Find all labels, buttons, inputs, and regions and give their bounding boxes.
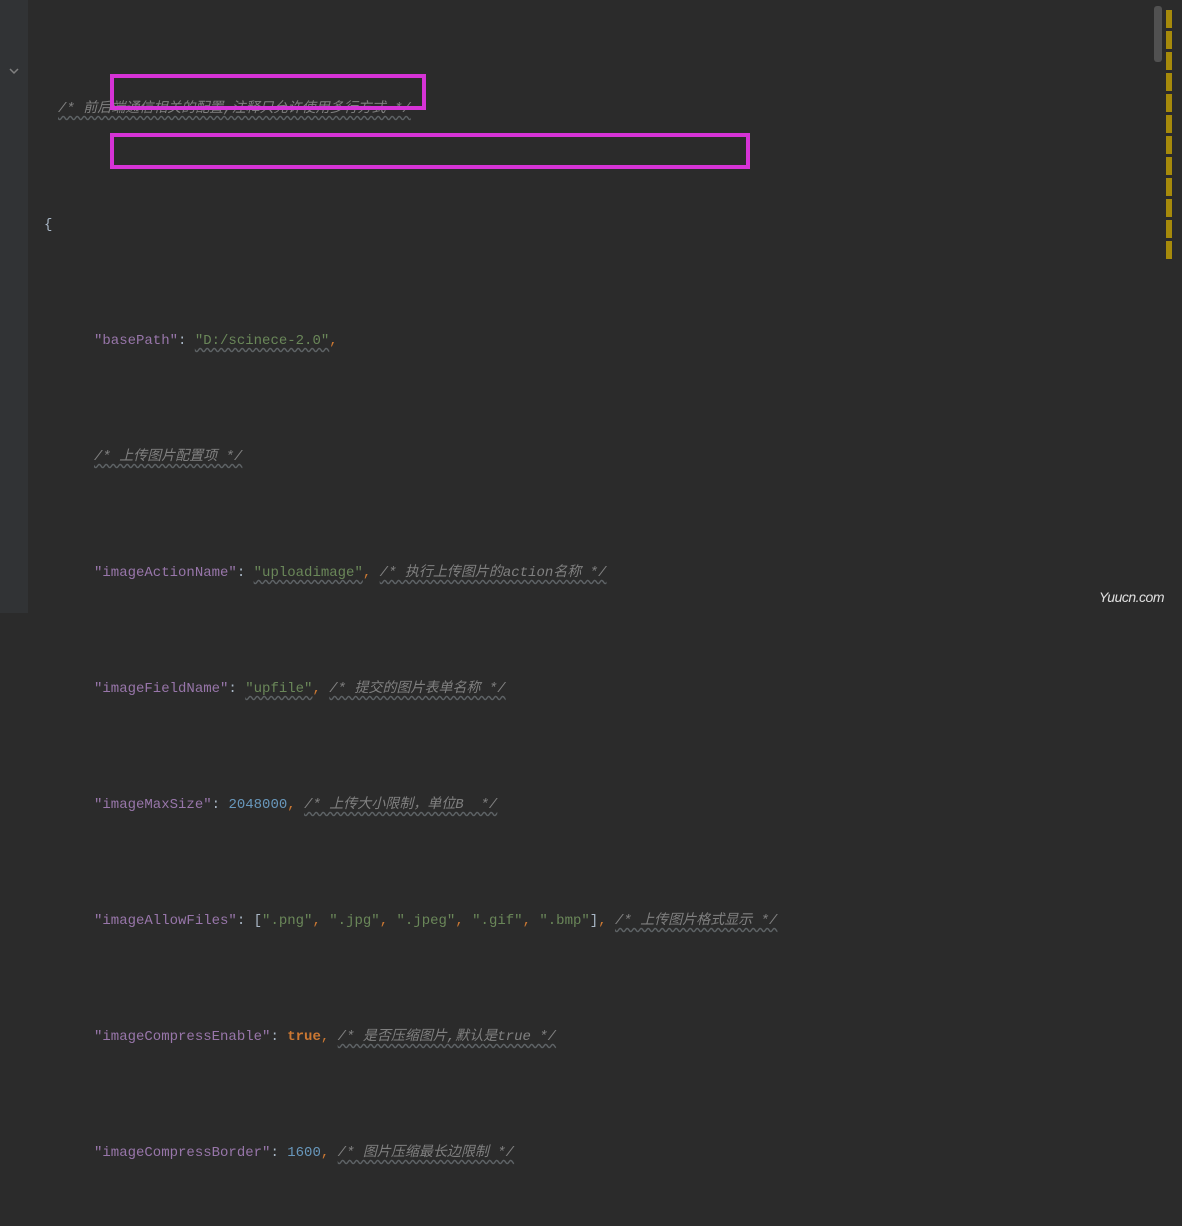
warning-marker[interactable] bbox=[1166, 136, 1172, 154]
warning-marker[interactable] bbox=[1166, 157, 1172, 175]
warning-marker[interactable] bbox=[1166, 31, 1172, 49]
code-line[interactable]: "basePath": "D:/scinece-2.0", bbox=[44, 327, 1172, 356]
warning-marker[interactable] bbox=[1166, 241, 1172, 259]
json-key: "imageCompressBorder" bbox=[94, 1139, 270, 1168]
comment-text: /* 上传大小限制，单位B */ bbox=[304, 791, 497, 820]
comment-text: /* 是否压缩图片,默认是true */ bbox=[338, 1023, 556, 1052]
warning-marker[interactable] bbox=[1166, 52, 1172, 70]
code-line[interactable]: "imageCompressEnable": true, /* 是否压缩图片,默… bbox=[44, 1023, 1172, 1052]
editor-gutter bbox=[0, 0, 28, 613]
json-key: "imageAllowFiles" bbox=[94, 907, 237, 936]
code-line[interactable]: "imageActionName": "uploadimage", /* 执行上… bbox=[44, 559, 1172, 588]
code-line[interactable]: "imageAllowFiles": [".png", ".jpg", ".jp… bbox=[44, 907, 1172, 936]
comment-text: /* 前后端通信相关的配置,注释只允许使用多行方式 */ bbox=[58, 95, 411, 124]
comment-text: /* 图片压缩最长边限制 */ bbox=[338, 1139, 514, 1168]
scrollbar-handle[interactable] bbox=[1154, 6, 1162, 62]
json-key: "basePath" bbox=[94, 327, 178, 356]
json-value: 1600 bbox=[287, 1139, 321, 1168]
comment-text: /* 上传图片配置项 */ bbox=[94, 443, 242, 472]
fold-icon[interactable] bbox=[8, 66, 20, 78]
warning-marker[interactable] bbox=[1166, 178, 1172, 196]
code-line[interactable]: "imageMaxSize": 2048000, /* 上传大小限制，单位B *… bbox=[44, 791, 1172, 820]
json-value: "D:/scinece-2.0" bbox=[195, 327, 329, 356]
warning-marker[interactable] bbox=[1166, 220, 1172, 238]
json-value: true bbox=[287, 1023, 321, 1052]
json-value: "upfile" bbox=[245, 675, 312, 704]
json-key: "imageMaxSize" bbox=[94, 791, 212, 820]
warning-marker[interactable] bbox=[1166, 73, 1172, 91]
warning-marker[interactable] bbox=[1166, 115, 1172, 133]
comment-text: /* 执行上传图片的action名称 */ bbox=[380, 559, 607, 588]
comment-text: /* 提交的图片表单名称 */ bbox=[329, 675, 505, 704]
code-line[interactable]: "imageFieldName": "upfile", /* 提交的图片表单名称… bbox=[44, 675, 1172, 704]
code-line[interactable]: { bbox=[44, 211, 1172, 240]
open-brace: { bbox=[44, 211, 52, 240]
warning-marker[interactable] bbox=[1166, 199, 1172, 217]
code-content[interactable]: /* 前后端通信相关的配置,注释只允许使用多行方式 */ { "basePath… bbox=[38, 8, 1172, 1226]
json-value: 2048000 bbox=[228, 791, 287, 820]
json-key: "imageFieldName" bbox=[94, 675, 228, 704]
code-line[interactable]: /* 前后端通信相关的配置,注释只允许使用多行方式 */ bbox=[44, 95, 1172, 124]
comment-text: /* 上传图片格式显示 */ bbox=[615, 907, 777, 936]
watermark-label: Yuucn.com bbox=[1099, 589, 1164, 605]
warning-marker[interactable] bbox=[1166, 10, 1172, 28]
json-value: "uploadimage" bbox=[254, 559, 363, 588]
json-key: "imageActionName" bbox=[94, 559, 237, 588]
warning-stripe[interactable] bbox=[1166, 10, 1176, 260]
json-key: "imageCompressEnable" bbox=[94, 1023, 270, 1052]
code-line[interactable]: /* 上传图片配置项 */ bbox=[44, 443, 1172, 472]
code-editor[interactable]: /* 前后端通信相关的配置,注释只允许使用多行方式 */ { "basePath… bbox=[0, 0, 1182, 613]
warning-marker[interactable] bbox=[1166, 94, 1172, 112]
code-line[interactable]: "imageCompressBorder": 1600, /* 图片压缩最长边限… bbox=[44, 1139, 1172, 1168]
